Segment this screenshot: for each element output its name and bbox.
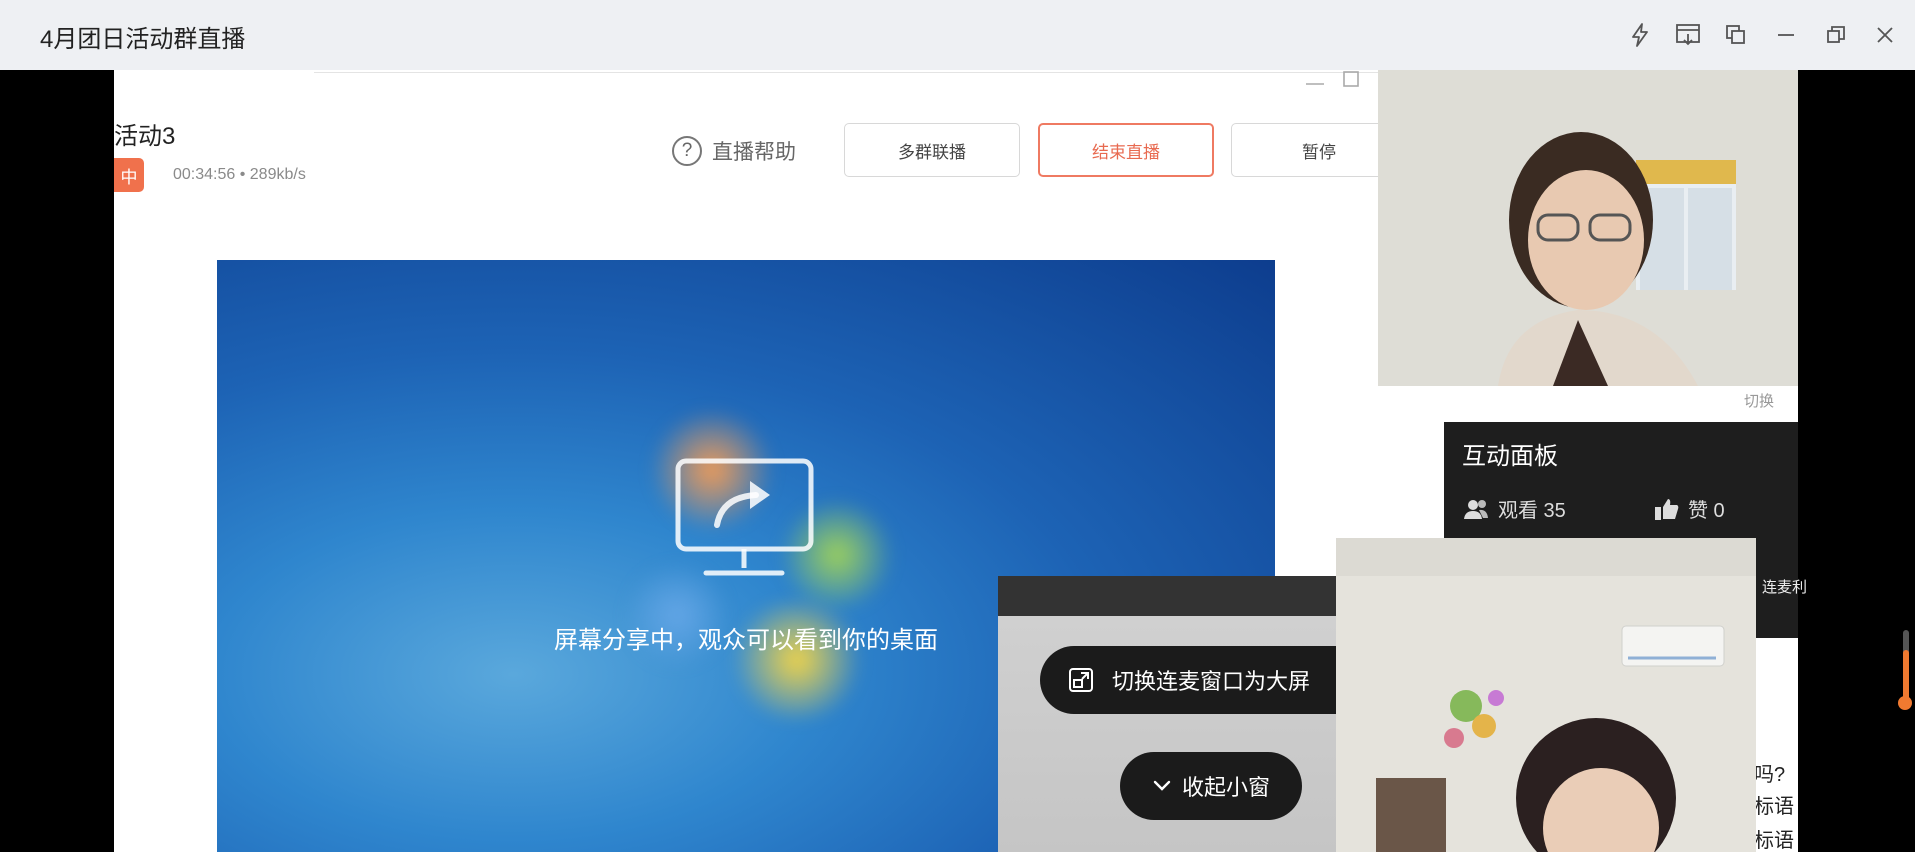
connect-label[interactable]: 连麦利: [1762, 576, 1807, 597]
chat-line: 吗?: [1754, 764, 1786, 786]
live-stats: 00:34:56 • 289kb/s: [173, 166, 306, 183]
camera-feed-guest[interactable]: [1336, 538, 1756, 852]
likes-count[interactable]: 赞 0: [1654, 494, 1725, 523]
switch-label: 切换: [1743, 393, 1774, 410]
switch-to-fullscreen-button[interactable]: 切换连麦窗口为大屏: [1040, 646, 1336, 714]
window-divider: [314, 72, 1444, 73]
copy-icon[interactable]: [1723, 22, 1749, 48]
chat-line: 标语: [1754, 830, 1794, 852]
mini-window-header: [998, 576, 1336, 616]
restore-icon[interactable]: [1823, 22, 1849, 48]
window-title: 4月团日活动群直播: [40, 26, 246, 53]
likes-label: 赞 0: [1688, 500, 1725, 522]
chevron-down-icon: [1153, 780, 1171, 791]
host-video-frame: [1378, 70, 1798, 386]
switch-strip[interactable]: 切换: [1444, 386, 1798, 422]
collapse-mini-window-label: 收起小窗: [1181, 775, 1270, 800]
video-stage: 活动3 中 00:34:56 • 289kb/s ? 直播帮助 多群联播 结束直…: [0, 70, 1915, 852]
chat-strip: [1756, 638, 1798, 852]
lightning-icon[interactable]: [1627, 22, 1653, 48]
live-status-badge: 中: [114, 158, 144, 192]
viewers-icon: [1464, 499, 1488, 519]
thumbs-up-icon: [1655, 498, 1679, 520]
screen-pin-icon[interactable]: [1675, 22, 1701, 48]
live-title: 活动3: [114, 123, 176, 150]
multi-group-button[interactable]: 多群联播: [844, 123, 1020, 177]
captured-window-controls: [1304, 70, 1364, 95]
mic-link-mini-window[interactable]: 切换连麦窗口为大屏 收起小窗: [998, 576, 1336, 852]
interaction-panel-title: 互动面板: [1462, 443, 1558, 470]
interaction-panel: 互动面板 观看 35 赞 0: [1444, 422, 1798, 538]
blurred-logo-yellow: [727, 600, 867, 720]
viewers-count: 观看 35: [1462, 494, 1566, 523]
live-help-link[interactable]: ? 直播帮助: [672, 136, 796, 166]
close-icon[interactable]: [1872, 22, 1898, 48]
minimize-icon[interactable]: [1773, 22, 1799, 48]
switch-to-fullscreen-label: 切换连麦窗口为大屏: [1112, 669, 1311, 694]
live-help-label: 直播帮助: [712, 141, 796, 164]
switch-screen-icon: [1069, 668, 1093, 692]
camera-feed-host[interactable]: [1378, 70, 1798, 386]
volume-slider-handle[interactable]: [1898, 696, 1912, 710]
title-bar: 4月团日活动群直播: [0, 0, 1915, 70]
guest-video-frame: [1336, 538, 1756, 852]
volume-slider-fill: [1903, 650, 1909, 702]
collapse-mini-window-button[interactable]: 收起小窗: [1120, 752, 1302, 820]
chat-line: 标语: [1754, 796, 1794, 818]
viewers-label: 观看 35: [1498, 500, 1566, 522]
question-icon: ?: [672, 136, 702, 166]
end-live-button[interactable]: 结束直播: [1038, 123, 1214, 177]
screen-share-icon: [672, 455, 817, 590]
